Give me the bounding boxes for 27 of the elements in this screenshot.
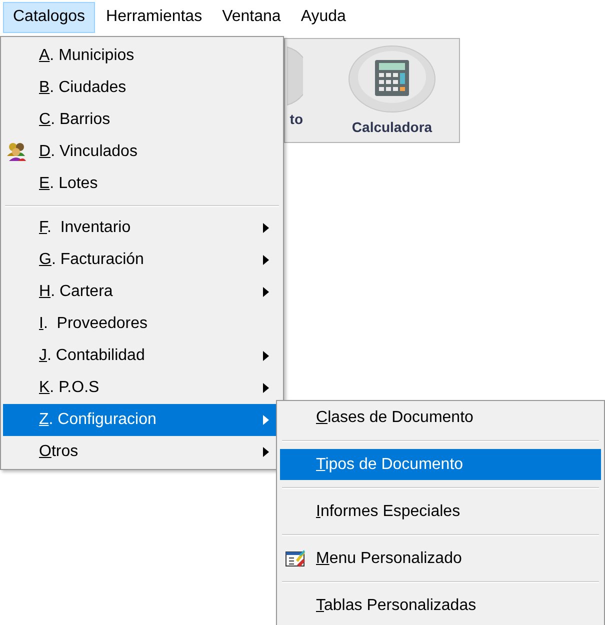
button-label[interactable]: to bbox=[290, 109, 303, 129]
menu-item[interactable]: A. Municipios bbox=[3, 40, 281, 72]
menu-item[interactable]: F. Inventario bbox=[3, 212, 281, 244]
menu-item[interactable]: Menu Personalizado bbox=[280, 543, 601, 574]
round-button-icon bbox=[287, 45, 303, 107]
menu-item[interactable]: Clases de Documento bbox=[280, 402, 601, 433]
menu-item[interactable]: D. Vinculados bbox=[3, 136, 281, 168]
menu-item[interactable]: I. Proveedores bbox=[3, 308, 281, 340]
calculator-button[interactable]: Calculadora bbox=[339, 39, 445, 137]
menu-bar-item[interactable]: Herramientas bbox=[97, 2, 212, 32]
menu-bar-item[interactable]: Ventana bbox=[213, 2, 290, 32]
menu-item[interactable]: C. Barrios bbox=[3, 104, 281, 136]
people-icon bbox=[6, 141, 26, 162]
menu-item[interactable]: K. P.O.S bbox=[3, 372, 281, 404]
calculator-icon bbox=[348, 45, 436, 113]
menu-item[interactable]: H. Cartera bbox=[3, 276, 281, 308]
menu-item[interactable]: J. Contabilidad bbox=[3, 340, 281, 372]
menu-item[interactable]: Tipos de Documento bbox=[280, 449, 601, 480]
menu-bar-item[interactable]: Ayuda bbox=[292, 2, 355, 32]
form-icon bbox=[285, 548, 305, 569]
menu-item[interactable]: Tablas Personalizadas bbox=[280, 590, 601, 621]
menu-item[interactable]: Informes Especiales bbox=[280, 496, 601, 527]
menu-bar-item[interactable]: Catalogos bbox=[3, 2, 96, 32]
menu-item[interactable]: G. Facturación bbox=[3, 244, 281, 276]
menu-item[interactable]: B. Ciudades bbox=[3, 72, 281, 104]
menu-item[interactable]: E. Lotes bbox=[3, 168, 281, 200]
menu-item[interactable]: Otros bbox=[3, 436, 281, 468]
